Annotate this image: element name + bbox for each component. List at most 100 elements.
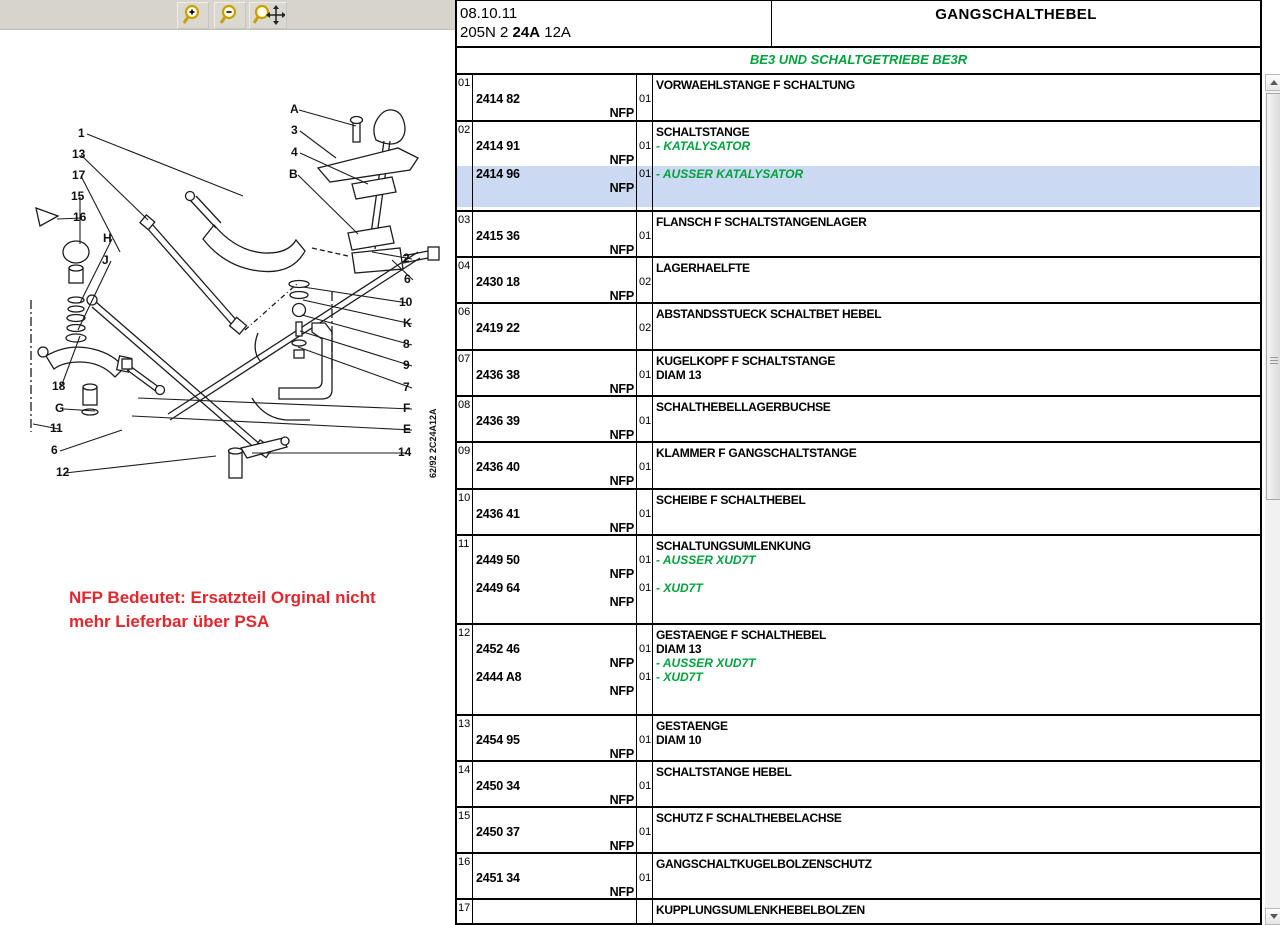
position-cell: 12 [457,625,473,714]
diagram-callout-H[interactable]: H [103,231,112,245]
quantity-cell: 02 [637,258,653,303]
table-row[interactable]: 142450 34NFP01SCHALTSTANGE HEBEL [457,762,1260,808]
part-description: VORWAEHLSTANGE F SCHALTUNG [653,78,1260,92]
zoom-pan-button[interactable] [249,2,287,29]
quantity: 01 [637,871,652,885]
diagram-callout-15[interactable]: 15 [71,189,85,203]
part-number-cell: 2414 91NFP2414 96NFP [473,122,637,210]
table-row[interactable]: 152450 37NFP01SCHUTZ F SCHALTHEBELACHSE [457,808,1260,854]
diagram-callout-A[interactable]: A [290,102,299,116]
part-number-cell: 2449 50NFP2449 64NFP [473,536,637,623]
nfp-flag: NFP [473,567,636,581]
scrollbar-thumb[interactable] [1266,93,1280,500]
diagram-callout-J[interactable]: J [102,253,109,267]
table-row[interactable]: 012414 82NFP01VORWAEHLSTANGE F SCHALTUNG [457,75,1260,122]
diagram-callout-G[interactable]: G [55,401,64,415]
position-cell: 15 [457,808,473,853]
part-number: 2436 41 [473,507,636,521]
diagram-callout-6[interactable]: 6 [404,272,411,286]
diagram-canvas[interactable]: 1 13 17 15 16 HJ A 3 4 B 2 6 10 K 8 9 7 FE 14 18 G 11 6 12 62/9… [0,30,455,555]
diagram-callout-12[interactable]: 12 [56,465,70,479]
diagram-callout-16[interactable]: 16 [73,210,87,224]
diagram-plate-code: 62/92 2C24A12A [428,408,438,478]
quantity [637,493,652,507]
diagram-callout-6[interactable]: 6 [51,443,58,457]
quantity-cell: 0101 [637,122,653,210]
table-row[interactable]: 072436 38NFP01KUGELKOPF F SCHALTSTANGEDI… [457,351,1260,397]
part-number-cell: 2436 40NFP [473,443,637,488]
table-row[interactable]: 102436 41NFP01SCHEIBE F SCHALTHEBEL [457,490,1260,536]
table-row[interactable]: 112449 50NFP2449 64NFP0101SCHALTUNGSUMLE… [457,536,1260,625]
diagram-callout-8[interactable]: 8 [403,337,410,351]
scroll-down-button[interactable] [1265,908,1280,925]
table-row[interactable]: 132454 95NFP01GESTAENGEDIAM 10 [457,716,1260,762]
part-description: SCHEIBE F SCHALTHEBEL [653,493,1260,507]
quantity: 01 [637,368,652,382]
quantity [637,684,652,698]
diagram-callout-11[interactable]: 11 [50,421,63,435]
table-row[interactable]: 17KUPPLUNGSUMLENKHEBELBOLZEN [457,900,1260,925]
header-date: 08.10.11 [457,1,771,23]
position-number: 17 [457,900,472,914]
zoom-in-button[interactable] [177,2,209,29]
part-description: DIAM 13 [653,368,1260,382]
nfp-flag: NFP [473,595,636,609]
diagram-callout-10[interactable]: 10 [399,295,413,309]
position-number: 06 [457,304,472,318]
diagram-callout-B[interactable]: B [289,167,298,181]
part-number: 2436 38 [473,368,636,382]
diagram-toolbar [0,0,455,30]
description-cell: LAGERHAELFTE [653,258,1260,303]
part-number-cell: 2430 18NFP [473,258,637,303]
description-cell: GESTAENGE F SCHALTHEBELDIAM 13- AUSSER X… [653,625,1260,714]
diagram-callout-3[interactable]: 3 [291,123,298,137]
diagram-callout-F[interactable]: F [403,401,410,415]
scroll-up-button[interactable] [1265,74,1280,91]
diagram-callout-2[interactable]: 2 [403,251,410,265]
position-number: 16 [457,854,472,868]
position-cell: 16 [457,854,473,899]
scrollbar-grip-icon [1270,357,1278,358]
diagram-callout-1[interactable]: 1 [78,126,85,140]
table-row[interactable]: 032415 36NFP01FLANSCH F SCHALTSTANGENLAG… [457,212,1260,258]
quantity: 01 [637,92,652,106]
diagram-callout-7[interactable]: 7 [403,380,410,394]
part-number: 2451 34 [473,871,636,885]
position-number: 11 [457,536,472,550]
quantity: 01 [637,733,652,747]
quantity: 01 [637,553,652,567]
table-row[interactable]: 022414 91NFP2414 96NFP0101SCHALTSTANGE- … [457,122,1260,212]
position-cell: 13 [457,716,473,761]
quantity [637,78,652,92]
part-number-cell: 2436 38NFP [473,351,637,396]
position-number: 14 [457,762,472,776]
diagram-callout-E[interactable]: E [403,422,411,436]
nfp-flag: NFP [473,885,636,899]
quantity [637,261,652,275]
table-row[interactable]: 162451 34NFP01GANGSCHALTKUGELBOLZENSCHUT… [457,854,1260,900]
diagram-callout-K[interactable]: K [403,316,412,330]
quantity-cell: 01 [637,212,653,257]
part-number-cell: 2450 34NFP [473,762,637,807]
part-number-cell: 2415 36NFP [473,212,637,257]
table-row[interactable]: 122452 46NFP2444 A8NFP0101GESTAENGE F SC… [457,625,1260,716]
parts-rows: 012414 82NFP01VORWAEHLSTANGE F SCHALTUNG… [457,75,1260,925]
callout-leader-line [303,300,412,324]
quantity [637,428,652,442]
diagram-callout-9[interactable]: 9 [403,358,410,372]
table-row[interactable]: 092436 40NFP01KLAMMER F GANGSCHALTSTANGE [457,443,1260,490]
diagram-callout-17[interactable]: 17 [72,168,86,182]
table-row[interactable]: 062419 2202ABSTANDSSTUECK SCHALTBET HEBE… [457,304,1260,351]
vertical-scrollbar[interactable] [1265,74,1280,925]
quantity: 01 [637,167,652,181]
nfp-flag: NFP [473,428,636,442]
diagram-callout-4[interactable]: 4 [291,145,298,159]
table-row[interactable]: 082436 39NFP01SCHALTHEBELLAGERBUCHSE [457,397,1260,443]
table-row[interactable]: 042430 18NFP02LAGERHAELFTE [457,258,1260,304]
nfp-note-line1: NFP Bedeutet: Ersatzteil Orginal nicht [69,586,376,610]
zoom-out-button[interactable] [214,2,246,29]
diagram-callout-18[interactable]: 18 [52,379,66,393]
diagram-callout-14[interactable]: 14 [398,445,412,459]
diagram-callout-13[interactable]: 13 [72,147,86,161]
header-reference-cell: 08.10.11 205N 2 24A 12A [457,1,772,46]
